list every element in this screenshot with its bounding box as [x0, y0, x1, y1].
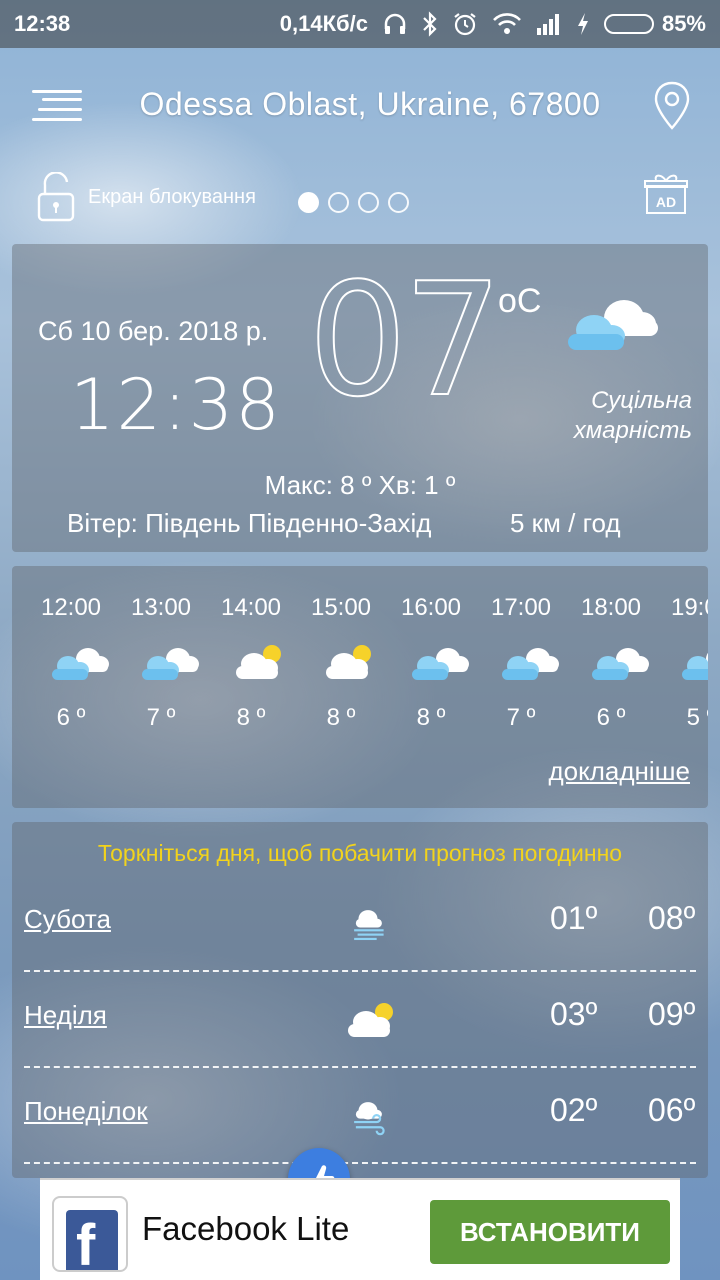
lock-icon[interactable] — [36, 172, 76, 222]
day-min-temp: 02º — [550, 1092, 598, 1128]
partly-sunny-icon — [320, 642, 380, 682]
cloudy-icon — [590, 642, 650, 682]
temperature-unit: oC — [498, 282, 542, 320]
location-title[interactable]: Odessa Oblast, Ukraine, 67800 — [100, 86, 640, 123]
page-dot[interactable] — [328, 192, 349, 213]
signal-icon — [536, 14, 559, 35]
app-header: Odessa Oblast, Ukraine, 67800 — [0, 72, 720, 142]
ad-gift-icon[interactable]: AD — [644, 172, 688, 216]
condition-text: Суцільна хмарність — [573, 387, 692, 444]
hour-temp: 6 º — [56, 704, 86, 731]
partly-sunny-icon — [342, 1000, 394, 1040]
cloudy-icon — [568, 300, 658, 350]
day-name[interactable]: Субота — [24, 904, 111, 935]
max-min-temp: Макс: 8 º Хв: 1 º — [264, 470, 456, 500]
hour-time: 16:00 — [400, 594, 462, 621]
cloudy-icon — [410, 642, 470, 682]
hour-temp: 5 º — [686, 704, 708, 731]
current-date: Сб 10 бер. 2018 р. — [38, 316, 269, 346]
bluetooth-icon — [423, 11, 437, 37]
install-button[interactable]: ВСТАНОВИТИ — [430, 1200, 670, 1264]
hourly-item[interactable]: 13:00 7 º — [116, 566, 206, 746]
status-right: 0,14Кб/с 85% — [280, 11, 706, 37]
current-temperature: 07 — [307, 249, 504, 431]
battery-icon — [603, 14, 654, 34]
hour-temp: 8 º — [416, 704, 446, 731]
hour-time: 18:00 — [580, 594, 642, 621]
hour-time: 19:00 — [670, 594, 708, 621]
day-row[interactable]: Субота 01º 08º — [24, 876, 696, 972]
fog-icon — [342, 904, 394, 944]
page-dot[interactable] — [358, 192, 379, 213]
page-dot[interactable] — [298, 192, 319, 213]
lock-row: Екран блокування AD — [0, 166, 720, 226]
hour-time: 17:00 — [490, 594, 552, 621]
wifi-icon — [493, 13, 521, 34]
hourly-item[interactable]: 16:00 8 º — [386, 566, 476, 746]
day-min-temp: 01º — [550, 900, 598, 936]
hour-temp: 8 º — [236, 704, 266, 731]
hourly-item[interactable]: 14:00 8 º — [206, 566, 296, 746]
hour-time: 14:00 — [220, 594, 282, 621]
hourly-list[interactable]: 12:00 6 º 13:00 7 º 14:00 8 º 15:00 8 º 16:00 8 º… — [12, 566, 708, 746]
more-details-link[interactable]: докладніше — [548, 756, 690, 787]
hour-temp: 6 º — [596, 704, 626, 731]
location-pin-icon[interactable] — [652, 80, 692, 132]
hour-time: 13:00 — [130, 594, 192, 621]
headphones-icon — [384, 13, 406, 34]
hour-temp: 7 º — [146, 704, 176, 731]
cloudy-icon — [50, 642, 110, 682]
hour-time: 15:00 — [310, 594, 372, 621]
wind-speed: 5 км / год — [510, 508, 621, 538]
hour-temp: 7 º — [506, 704, 536, 731]
network-speed: 0,14Кб/с — [279, 11, 368, 36]
hourly-item[interactable]: 15:00 8 º — [296, 566, 386, 746]
cloudy-icon — [680, 642, 708, 682]
battery-percent: 85% — [661, 11, 706, 36]
hourly-forecast-card[interactable]: 12:00 6 º 13:00 7 º 14:00 8 º 15:00 8 º 16:00 8 º… — [12, 566, 708, 808]
ad-label: AD — [656, 194, 676, 210]
day-name[interactable]: Понеділок — [24, 1096, 148, 1127]
lock-screen-label[interactable]: Екран блокування — [88, 186, 256, 209]
cloudy-icon — [140, 642, 200, 682]
cloudy-icon — [500, 642, 560, 682]
hourly-item[interactable]: 18:00 6 º — [566, 566, 656, 746]
charging-icon — [577, 13, 588, 35]
hourly-item[interactable]: 17:00 7 º — [476, 566, 566, 746]
day-max-temp: 08º — [648, 900, 696, 936]
facebook-logo: f — [52, 1196, 128, 1272]
status-time: 12:38 — [14, 11, 71, 36]
day-name[interactable]: Неділя — [24, 1000, 107, 1031]
partly-sunny-icon — [230, 642, 290, 682]
current-clock: 12:38 — [70, 364, 282, 446]
current-weather-card[interactable]: Сб 10 бер. 2018 р. 12:38 07 oC Суцільна … — [12, 244, 708, 552]
hour-temp: 8 º — [326, 704, 356, 731]
day-row[interactable]: Понеділок 02º 06º — [24, 1068, 696, 1164]
page-indicator — [298, 192, 409, 213]
hourly-item[interactable]: 12:00 6 º — [26, 566, 116, 746]
wind-direction: Вітер: Південь Південно-Захід — [67, 508, 432, 538]
hourly-item[interactable]: 19:00 5 º — [656, 566, 708, 746]
hour-time: 12:00 — [40, 594, 102, 621]
day-max-temp: 06º — [648, 1092, 696, 1128]
windy-cloud-icon — [342, 1096, 394, 1136]
day-min-temp: 03º — [550, 996, 598, 1032]
battery-indicator: 85% — [603, 11, 706, 37]
day-row[interactable]: Неділя 03º 09º — [24, 972, 696, 1068]
day-max-temp: 09º — [648, 996, 696, 1032]
daily-forecast-card: Торкніться дня, щоб побачити прогноз пог… — [12, 822, 708, 1178]
tap-day-hint: Торкніться дня, щоб побачити прогноз пог… — [97, 840, 623, 866]
page-dot[interactable] — [388, 192, 409, 213]
status-bar: 12:38 0,14Кб/с 85% — [0, 0, 720, 48]
ad-title[interactable]: Facebook Lite — [142, 1210, 349, 1248]
ad-banner[interactable]: f Facebook Lite ВСТАНОВИТИ — [40, 1178, 680, 1280]
menu-icon[interactable] — [32, 86, 82, 124]
alarm-icon — [454, 13, 476, 36]
